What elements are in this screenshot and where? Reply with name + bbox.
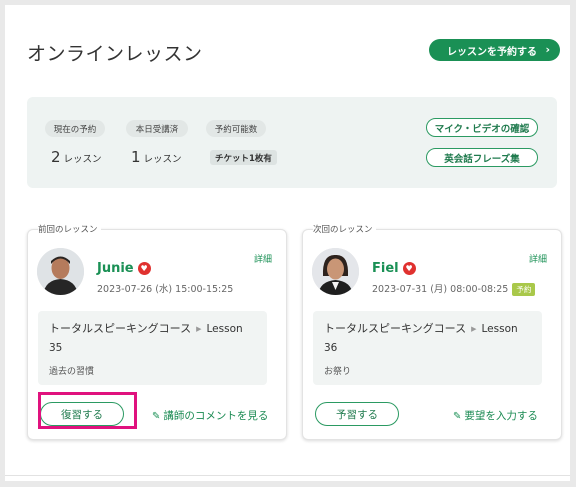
summary-panel [27, 97, 557, 188]
phrase-book-button[interactable]: 英会話フレーズ集 [426, 148, 538, 167]
course-box: トータルスピーキングコース ▶ Lesson 35 過去の習慣 [38, 311, 267, 385]
chevron-right-icon: › [545, 43, 550, 56]
stat-current: 2 レッスン [51, 148, 102, 166]
teacher-comment-link[interactable]: ✎ 講師のコメントを見る [152, 408, 268, 423]
teacher-name-text: Fiel [372, 261, 399, 276]
teacher-comment-text: 講師のコメントを見る [163, 410, 269, 422]
next-lesson-card: Fiel ♥ 2023-07-31 (月) 08:00-08:25 予約 詳細 トー… [302, 229, 562, 440]
previous-lesson-label: 前回のレッスン [38, 223, 101, 235]
stat-today-unit: レッスン [143, 154, 182, 165]
triangle-right-icon: ▶ [196, 325, 202, 333]
teacher-avatar [37, 248, 84, 295]
stat-label-current: 現在の予約 [45, 120, 105, 137]
previous-lesson-card: Junie ♥ 2023-07-26 (水) 15:00-15:25 詳細 トータ… [27, 229, 287, 440]
detail-link[interactable]: 詳細 [529, 252, 547, 265]
stat-current-unit: レッスン [63, 154, 102, 165]
teacher-name[interactable]: Junie ♥ [97, 261, 151, 276]
course-line: トータルスピーキングコース ▶ Lesson [324, 320, 518, 336]
page-title: オンラインレッスン [27, 43, 203, 65]
next-lesson-label: 次回のレッスン [313, 223, 376, 235]
stat-today: 1 レッスン [131, 148, 182, 166]
lesson-topic: 過去の習慣 [49, 367, 95, 377]
teacher-avatar [312, 248, 359, 295]
teacher-name[interactable]: Fiel ♥ [372, 261, 416, 276]
mic-video-check-button[interactable]: マイク・ビデオの確認 [426, 118, 538, 137]
request-input-link[interactable]: ✎ 要望を入力する [453, 408, 538, 423]
review-button[interactable]: 復習する [40, 402, 124, 426]
stat-today-value: 1 [131, 148, 141, 166]
preview-button[interactable]: 予習する [315, 402, 399, 426]
lesson-date: 2023-07-31 (月) 08:00-08:25 予約 [372, 281, 536, 296]
lesson-date: 2023-07-26 (水) 15:00-15:25 [97, 284, 234, 295]
lesson-number: 35 [49, 342, 63, 354]
request-input-text: 要望を入力する [464, 410, 538, 422]
course-box: トータルスピーキングコース ▶ Lesson 36 お祭り [313, 311, 542, 385]
lesson-topic: お祭り [324, 367, 352, 377]
lesson-word: Lesson [206, 323, 243, 335]
stat-label-available: 予約可能数 [206, 120, 266, 137]
lesson-date-text: 2023-07-31 (月) 08:00-08:25 [372, 284, 509, 295]
book-lesson-button[interactable]: レッスンを予約する › [429, 39, 560, 61]
heart-icon[interactable]: ♥ [402, 262, 416, 275]
teacher-name-text: Junie [97, 261, 134, 276]
course-name: トータルスピーキングコース [324, 322, 467, 335]
triangle-right-icon: ▶ [471, 325, 477, 333]
detail-link[interactable]: 詳細 [254, 252, 272, 265]
book-lesson-label: レッスンを予約する [447, 46, 537, 58]
divider [5, 475, 570, 476]
pencil-icon: ✎ [152, 411, 161, 422]
pencil-icon: ✎ [453, 411, 462, 422]
status-badge: 予約 [512, 283, 536, 296]
heart-icon[interactable]: ♥ [137, 262, 151, 275]
course-name: トータルスピーキングコース [49, 322, 192, 335]
stat-label-today: 本日受講済 [126, 120, 188, 137]
course-line: トータルスピーキングコース ▶ Lesson [49, 320, 243, 336]
stat-current-value: 2 [51, 148, 61, 166]
lesson-number: 36 [324, 342, 338, 354]
app-frame: オンラインレッスン レッスンを予約する › 現在の予約 本日受講済 予約可能数 … [5, 5, 570, 481]
lesson-word: Lesson [481, 323, 518, 335]
ticket-badge: チケット1枚有 [210, 150, 277, 165]
